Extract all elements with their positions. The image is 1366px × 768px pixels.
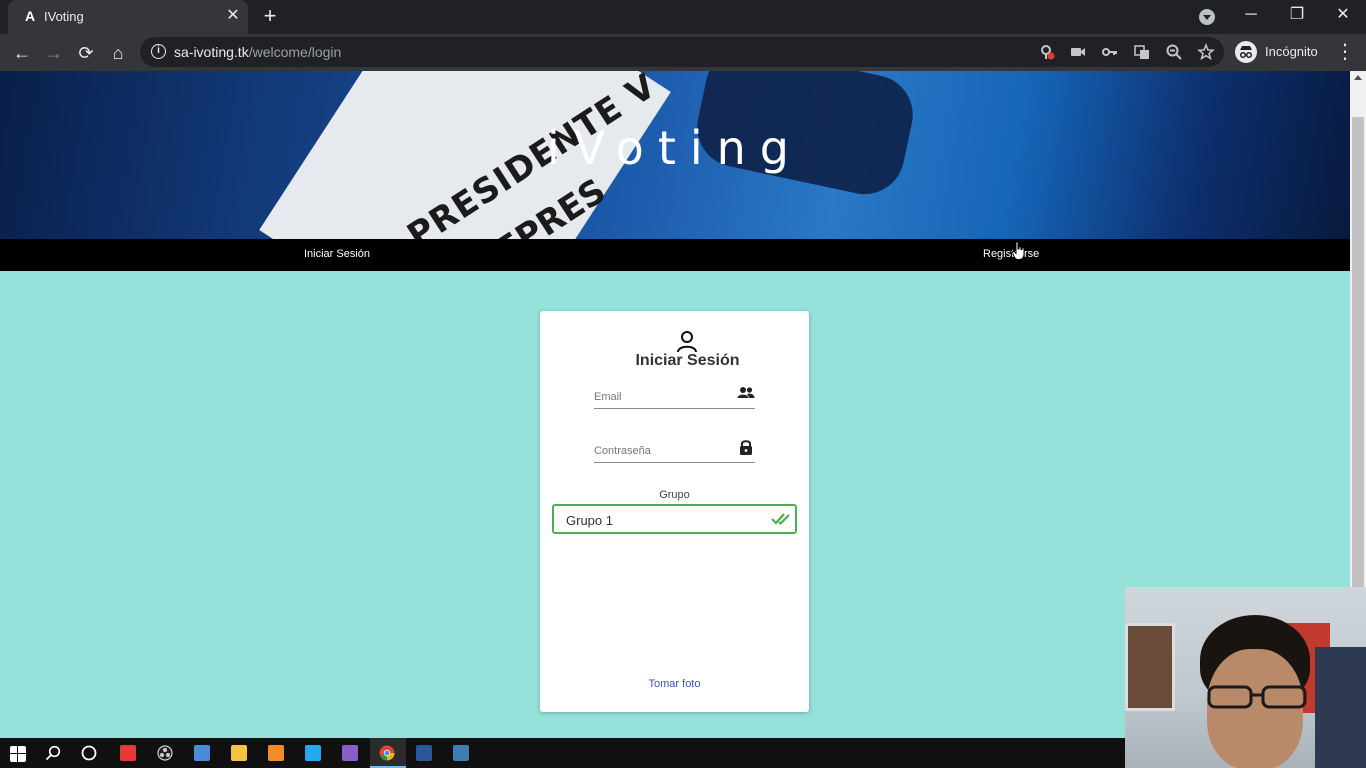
- browser-tab[interactable]: A IVoting ✕: [8, 0, 248, 34]
- incognito-label: Incógnito: [1265, 44, 1318, 59]
- translate-icon[interactable]: [1133, 43, 1151, 61]
- url-host: sa-ivoting.tk: [174, 44, 249, 60]
- url-path: /welcome/login: [248, 44, 342, 60]
- vscode-icon: [305, 745, 321, 761]
- home-icon[interactable]: ⌂: [104, 39, 132, 67]
- browser-tab-bar: A IVoting ✕ + ─ ❐ ✕: [0, 0, 1366, 34]
- windows-start-icon: [10, 746, 26, 762]
- password-field[interactable]: Contraseña: [594, 435, 755, 463]
- taskbar-mysql-workbench[interactable]: [444, 738, 480, 768]
- taskbar-cortana[interactable]: [72, 738, 108, 768]
- password-label: Contraseña: [594, 445, 651, 457]
- taskbar-obs[interactable]: [148, 738, 184, 768]
- group-select-value: Grupo 1: [566, 513, 613, 528]
- email-label: Email: [594, 391, 622, 403]
- word-icon: [416, 745, 432, 761]
- incognito-indicator[interactable]: Incógnito: [1233, 39, 1325, 65]
- tab-search-icon[interactable]: [1199, 9, 1215, 25]
- webcam-background-jacket: [1315, 647, 1366, 768]
- key-icon[interactable]: [1101, 43, 1119, 61]
- nav-login-link[interactable]: Iniciar Sesión: [304, 248, 370, 260]
- zoom-icon[interactable]: [1165, 43, 1183, 61]
- people-icon: [737, 387, 755, 398]
- top-navbar: Iniciar Sesión Registrarse: [0, 239, 1350, 271]
- browser-menu-icon[interactable]: ⋮: [1334, 39, 1356, 67]
- mysql-workbench-icon: [453, 745, 469, 761]
- incognito-icon: [1235, 41, 1257, 63]
- camera-icon[interactable]: [1069, 43, 1087, 61]
- group-label: Grupo: [659, 489, 690, 501]
- hand-cursor-icon: [1012, 241, 1025, 260]
- taskbar-chrome[interactable]: [370, 738, 406, 768]
- restore-icon[interactable]: ❐: [1274, 0, 1320, 32]
- taskbar-search[interactable]: [36, 738, 72, 768]
- taskbar-vscode[interactable]: [296, 738, 332, 768]
- virtualbox-icon: [194, 745, 210, 761]
- hero-banner: PRESIDENTE V EPRES iVoting: [0, 71, 1350, 239]
- double-check-icon: [771, 513, 790, 526]
- scroll-thumb[interactable]: [1352, 117, 1364, 657]
- take-photo-button[interactable]: Tomar foto: [540, 678, 809, 690]
- back-icon[interactable]: ←: [8, 39, 36, 67]
- chrome-icon: [379, 745, 395, 761]
- minimize-icon[interactable]: ─: [1228, 0, 1274, 32]
- start-button[interactable]: [0, 738, 36, 768]
- browser-toolbar: ← → ⟳ ⌂ i sa-ivoting.tk/welcome/login In…: [0, 34, 1366, 71]
- webcam-glasses: [1207, 685, 1307, 709]
- lock-icon: [740, 440, 752, 455]
- reload-icon[interactable]: ⟳: [72, 39, 100, 67]
- sublime-icon: [268, 745, 284, 761]
- search-icon: [45, 745, 61, 761]
- taskbar-anydesk[interactable]: [111, 738, 147, 768]
- login-card: Iniciar Sesión Email Contraseña Grupo Gr…: [540, 311, 809, 712]
- site-info-icon[interactable]: i: [151, 44, 166, 59]
- webcam-overlay: [1125, 587, 1366, 768]
- forward-icon[interactable]: →: [40, 39, 68, 67]
- bookmark-star-icon[interactable]: [1197, 42, 1215, 61]
- taskbar-virtualbox[interactable]: [185, 738, 221, 768]
- location-blocked-icon[interactable]: [1038, 43, 1056, 61]
- angular-favicon-icon: A: [24, 8, 36, 24]
- new-tab-icon[interactable]: +: [259, 5, 281, 28]
- url-text[interactable]: sa-ivoting.tk/welcome/login: [174, 44, 341, 60]
- cortana-icon: [81, 745, 97, 761]
- taskbar-visual-studio[interactable]: [333, 738, 369, 768]
- window-close-icon[interactable]: ✕: [1320, 0, 1366, 32]
- visual-studio-icon: [342, 745, 358, 761]
- card-title: Iniciar Sesión: [635, 352, 740, 369]
- scroll-up-icon[interactable]: [1354, 75, 1362, 80]
- webcam-background-door: [1125, 623, 1175, 711]
- tab-title: IVoting: [44, 9, 84, 24]
- email-field[interactable]: Email: [594, 381, 755, 409]
- taskbar-sublime[interactable]: [259, 738, 295, 768]
- anydesk-icon: [120, 745, 136, 761]
- user-icon: [677, 331, 697, 353]
- site-title: iVoting: [547, 121, 803, 175]
- address-bar[interactable]: i sa-ivoting.tk/welcome/login: [140, 37, 1224, 67]
- file-explorer-icon: [231, 745, 247, 761]
- taskbar-word[interactable]: [407, 738, 443, 768]
- tab-close-icon[interactable]: ✕: [224, 7, 242, 25]
- obs-icon: [157, 745, 173, 761]
- group-select[interactable]: Grupo 1: [552, 504, 797, 534]
- taskbar-file-explorer[interactable]: [222, 738, 258, 768]
